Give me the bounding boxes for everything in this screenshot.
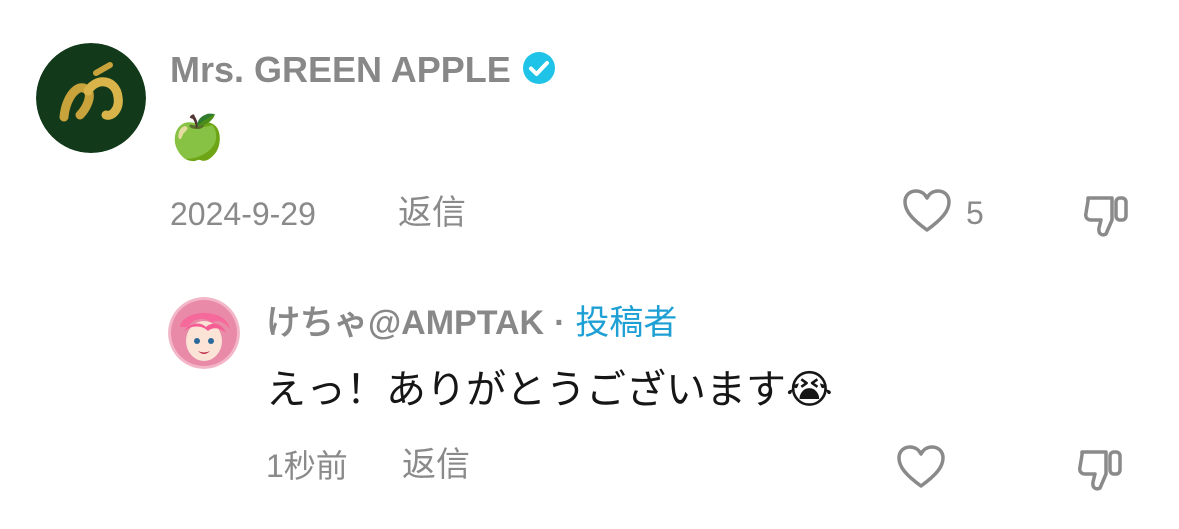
- reply-button[interactable]: 返信: [398, 194, 466, 232]
- thumbs-down-icon: [1076, 450, 1126, 498]
- avatar[interactable]: [168, 297, 240, 369]
- dislike-button[interactable]: [1076, 444, 1126, 499]
- comment-date: 1秒前: [266, 448, 348, 484]
- comment-text: 🍏: [170, 112, 225, 164]
- separator-dot: ·: [554, 304, 566, 342]
- username-text: Mrs. GREEN APPLE: [170, 49, 511, 90]
- comment-emoji: 🍏: [170, 113, 225, 162]
- reply-comment-item: けちゃ@AMPTAK · 投稿者 えっ！ありがとうございます😭 1秒前 返信: [0, 280, 1179, 529]
- author-badge: 投稿者: [575, 304, 678, 342]
- heart-icon: [896, 444, 946, 495]
- avatar[interactable]: [36, 43, 146, 153]
- comment-text: えっ！ありがとうございます😭: [266, 368, 833, 412]
- dislike-button[interactable]: [1082, 190, 1132, 245]
- like-button[interactable]: 5: [902, 188, 984, 239]
- heart-icon: [902, 188, 952, 239]
- reply-button[interactable]: 返信: [402, 446, 470, 484]
- thumbs-down-icon: [1082, 196, 1132, 244]
- like-count: 5: [966, 194, 984, 231]
- comment-date: 2024-9-29: [170, 196, 316, 232]
- comment-username[interactable]: Mrs. GREEN APPLE: [170, 50, 557, 94]
- like-button[interactable]: [896, 444, 946, 495]
- username-text: けちゃ@AMPTAK: [266, 304, 545, 342]
- comment-item: Mrs. GREEN APPLE 🍏 2024-9-29 返信 5: [0, 0, 1179, 260]
- verified-badge-icon: [521, 50, 557, 94]
- comment-username[interactable]: けちゃ@AMPTAK · 投稿者: [266, 304, 677, 342]
